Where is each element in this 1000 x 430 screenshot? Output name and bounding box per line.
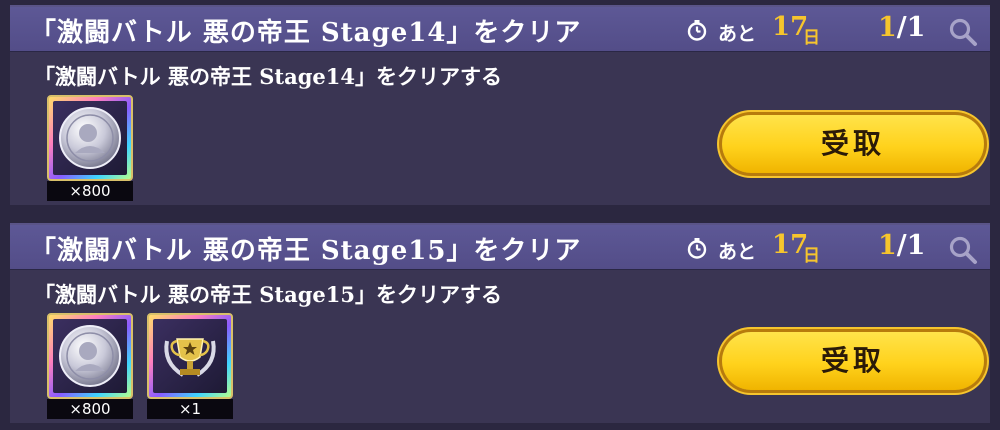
reward-item[interactable]: ×800 (47, 313, 133, 419)
search-icon[interactable] (948, 17, 978, 47)
mission-card: 「激闘バトル 悪の帝王 Stage15」をクリア あと 17 日 1/1 「激闘… (10, 223, 990, 423)
stopwatch-icon (687, 20, 707, 41)
silver-medal-icon (59, 107, 121, 169)
mission-title: 「激闘バトル 悪の帝王 Stage15」をクリア (30, 236, 582, 266)
search-icon[interactable] (948, 235, 978, 265)
mission-card: 「激闘バトル 悪の帝王 Stage14」をクリア あと 17 日 1/1 「激闘… (10, 5, 990, 205)
progress-total: /1 (896, 12, 926, 43)
progress-current: 1 (878, 230, 897, 261)
remaining-unit: 日 (803, 246, 820, 266)
reward-item[interactable]: ×800 (47, 95, 133, 201)
silver-medal-icon (59, 325, 121, 387)
mission-header: 「激闘バトル 悪の帝王 Stage15」をクリア あと 17 日 1/1 (10, 225, 990, 270)
claim-button[interactable]: 受取 (722, 332, 984, 390)
mission-title: 「激闘バトル 悪の帝王 Stage14」をクリア (30, 18, 582, 48)
reward-quantity: ×800 (47, 399, 133, 419)
mission-description: 「激闘バトル 悪の帝王 Stage15」をクリアする (34, 282, 502, 307)
mission-header: 「激闘バトル 悪の帝王 Stage14」をクリア あと 17 日 1/1 (10, 7, 990, 52)
trophy-icon (164, 338, 216, 377)
reward-quantity: ×1 (147, 399, 233, 419)
progress-counter: 1/1 (878, 12, 925, 43)
reward-quantity: ×800 (47, 181, 133, 201)
reward-item[interactable]: ×1 (147, 313, 233, 419)
stopwatch-icon (687, 238, 707, 259)
progress-total: /1 (896, 230, 926, 261)
remaining-unit: 日 (803, 28, 820, 48)
remaining-prefix: あと (718, 241, 757, 263)
progress-counter: 1/1 (878, 230, 925, 261)
claim-button[interactable]: 受取 (722, 115, 984, 173)
mission-description: 「激闘バトル 悪の帝王 Stage14」をクリアする (34, 64, 502, 89)
progress-current: 1 (878, 12, 897, 43)
remaining-prefix: あと (718, 23, 757, 45)
